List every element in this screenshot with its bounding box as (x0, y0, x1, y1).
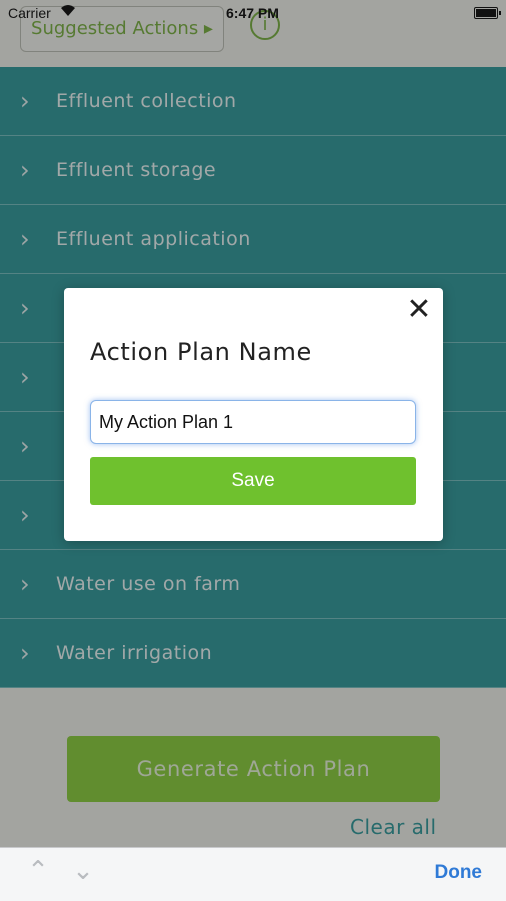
action-plan-name-input[interactable] (90, 400, 416, 444)
chevron-down-icon[interactable]: ⌄ (70, 858, 96, 884)
chevron-up-icon[interactable]: ⌃ (25, 858, 51, 884)
done-button[interactable]: Done (435, 862, 483, 884)
keyboard-accessory-bar: ⌃ ⌄ Done (0, 847, 506, 901)
dialog-title: Action Plan Name (90, 338, 312, 366)
wifi-icon (60, 3, 76, 20)
action-plan-name-dialog: ✕ Action Plan Name Save (64, 288, 443, 541)
status-bar: Carrier 6:47 PM (0, 0, 506, 26)
save-button[interactable]: Save (90, 457, 416, 505)
close-icon[interactable]: ✕ (405, 295, 433, 325)
carrier-label: Carrier (8, 5, 51, 21)
battery-icon (474, 7, 501, 19)
clock: 6:47 PM (226, 5, 279, 21)
